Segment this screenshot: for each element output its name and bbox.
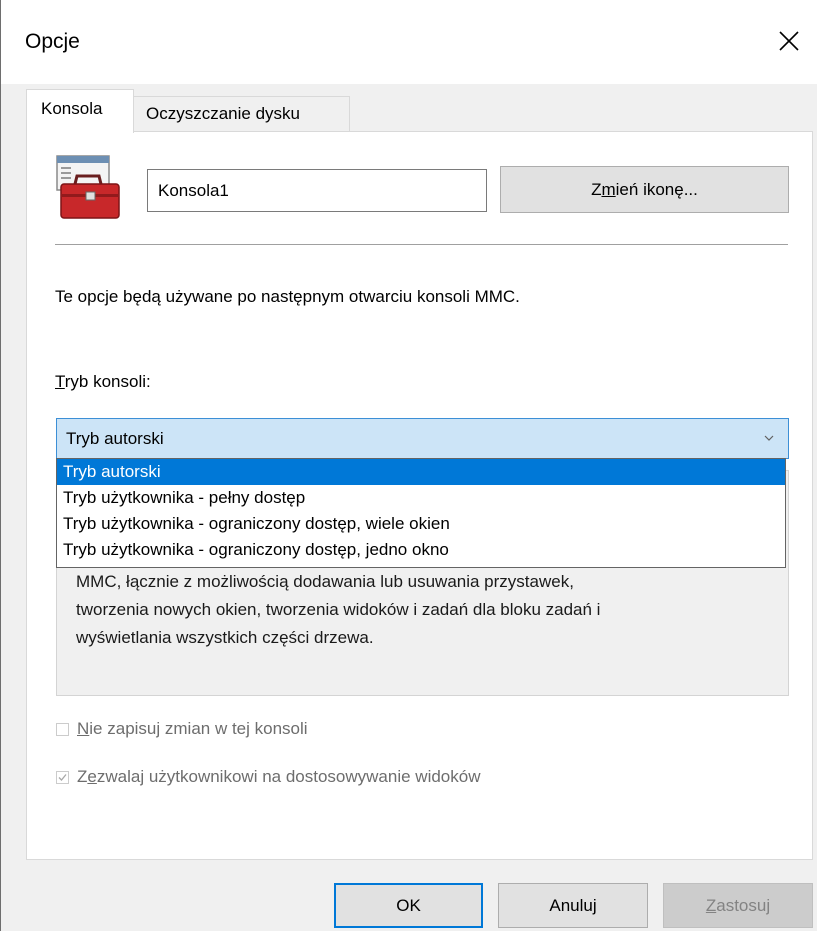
no-save-checkbox-row[interactable]: Nie zapisuj zmian w tej konsoli (56, 719, 308, 739)
mode-option-user-limited-single[interactable]: Tryb użytkownika - ograniczony dostęp, j… (57, 537, 785, 563)
allow-customize-label-text: zwalaj użytkownikowi na dostosowywanie w… (96, 767, 481, 786)
allow-customize-mnemonic: e (87, 767, 97, 786)
chevron-down-icon (764, 435, 774, 441)
change-icon-label-end: ień ikonę... (615, 179, 698, 199)
info-text: Te opcje będą używane po następnym otwar… (55, 287, 520, 306)
mode-description-text: MMC, łącznie z możliwością dodawania lub… (76, 572, 601, 647)
allow-customize-checkbox-row[interactable]: Zezwalaj użytkownikowi na dostosowywanie… (56, 767, 480, 787)
window-title: Opcje (25, 30, 80, 53)
console-mode-label: Tryb konsoli: (55, 372, 151, 392)
title-bar: Opcje (1, 0, 817, 84)
apply-label-text: astosuj (716, 895, 771, 915)
checkmark-icon (58, 773, 67, 781)
close-button[interactable] (772, 24, 806, 58)
mode-option-user-full[interactable]: Tryb użytkownika - pełny dostęp (57, 485, 785, 511)
cancel-button[interactable]: Anuluj (498, 883, 648, 928)
options-dialog: Opcje Oczyszczanie dysku Konsola Zmień i… (0, 0, 817, 931)
allow-customize-label-start: Z (77, 767, 88, 786)
toolbox-icon (56, 155, 120, 219)
change-icon-label-start: Z (591, 179, 602, 199)
mode-option-author[interactable]: Tryb autorski (57, 459, 785, 485)
separator (55, 244, 788, 245)
tab-console[interactable]: Konsola (26, 89, 134, 133)
allow-customize-label: Zezwalaj użytkownikowi na dostosowywanie… (77, 767, 480, 787)
close-icon (779, 31, 799, 51)
console-mode-select[interactable]: Tryb autorski (56, 418, 789, 459)
console-mode-dropdown-list: Tryb autorski Tryb użytkownika - pełny d… (56, 458, 786, 568)
no-save-checkbox[interactable] (56, 722, 69, 736)
change-icon-mnemonic: m (601, 179, 616, 199)
mode-label-mnemonic: T (55, 372, 65, 391)
no-save-mnemonic: N (77, 719, 90, 738)
console-name-input[interactable] (147, 169, 487, 212)
console-mode-selected-value: Tryb autorski (66, 429, 164, 448)
no-save-label: Nie zapisuj zmian w tej konsoli (77, 719, 308, 739)
change-icon-button[interactable]: Zm ień ikonę... (500, 166, 789, 213)
no-save-label-text: ie zapisuj zmian w tej konsoli (89, 719, 308, 738)
mode-label-text: ryb konsoli: (64, 372, 151, 391)
allow-customize-checkbox[interactable] (56, 770, 69, 784)
apply-button[interactable]: Zastosuj (663, 883, 813, 928)
ok-button[interactable]: OK (334, 883, 483, 928)
apply-mnemonic: Z (705, 895, 717, 915)
mode-option-user-limited-multi[interactable]: Tryb użytkownika - ograniczony dostęp, w… (57, 511, 785, 537)
tab-disk-cleanup[interactable]: Oczyszczanie dysku (134, 96, 350, 132)
